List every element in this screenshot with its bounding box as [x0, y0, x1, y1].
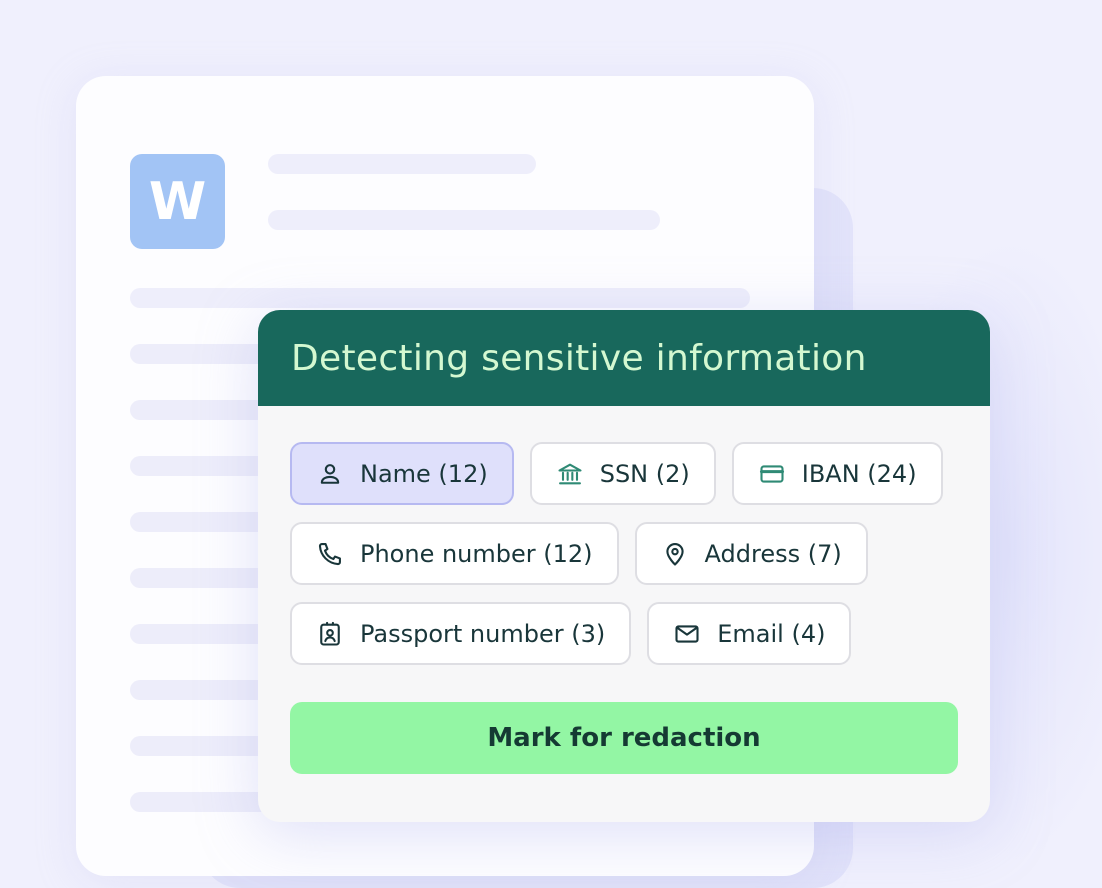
chip-name[interactable]: Name (12)	[290, 442, 514, 505]
chip-label: IBAN (24)	[801, 459, 917, 488]
location-pin-icon	[665, 542, 684, 566]
chip-iban[interactable]: IBAN (24)	[731, 442, 943, 505]
chip-email[interactable]: Email (4)	[647, 602, 852, 665]
chip-address[interactable]: Address (7)	[634, 522, 868, 585]
person-icon	[320, 463, 340, 484]
chip-label: Email (4)	[717, 619, 826, 648]
entity-chip-list: Name (12) SSN (2) IBAN (24) Phone number…	[290, 442, 970, 682]
sensitive-info-panel: Detecting sensitive information Name (12…	[258, 310, 990, 822]
chip-label: Phone number (12)	[360, 539, 593, 568]
chip-label: Name (12)	[360, 459, 488, 488]
bank-icon	[558, 463, 582, 484]
panel-header: Detecting sensitive information	[258, 310, 990, 406]
chip-row: Phone number (12) Address (7)	[290, 522, 970, 585]
text-placeholder-line	[130, 288, 750, 308]
credit-card-icon	[759, 464, 784, 483]
text-placeholder-line	[268, 154, 536, 174]
panel-title: Detecting sensitive information	[291, 337, 867, 379]
word-document-icon: W	[130, 154, 225, 249]
chip-row: Passport number (3) Email (4)	[290, 602, 970, 665]
phone-icon	[318, 542, 341, 565]
chip-passport-number[interactable]: Passport number (3)	[290, 602, 632, 665]
chip-phone-number[interactable]: Phone number (12)	[290, 522, 619, 585]
chip-label: Passport number (3)	[360, 619, 606, 648]
chip-label: SSN (2)	[599, 459, 690, 488]
text-placeholder-line	[268, 210, 660, 230]
mark-for-redaction-button[interactable]: Mark for redaction	[290, 702, 958, 774]
mail-icon	[675, 624, 699, 643]
chip-label: Address (7)	[704, 539, 842, 568]
id-badge-icon	[320, 621, 340, 646]
chip-row: Name (12) SSN (2) IBAN (24)	[290, 442, 970, 505]
chip-ssn[interactable]: SSN (2)	[529, 442, 716, 505]
